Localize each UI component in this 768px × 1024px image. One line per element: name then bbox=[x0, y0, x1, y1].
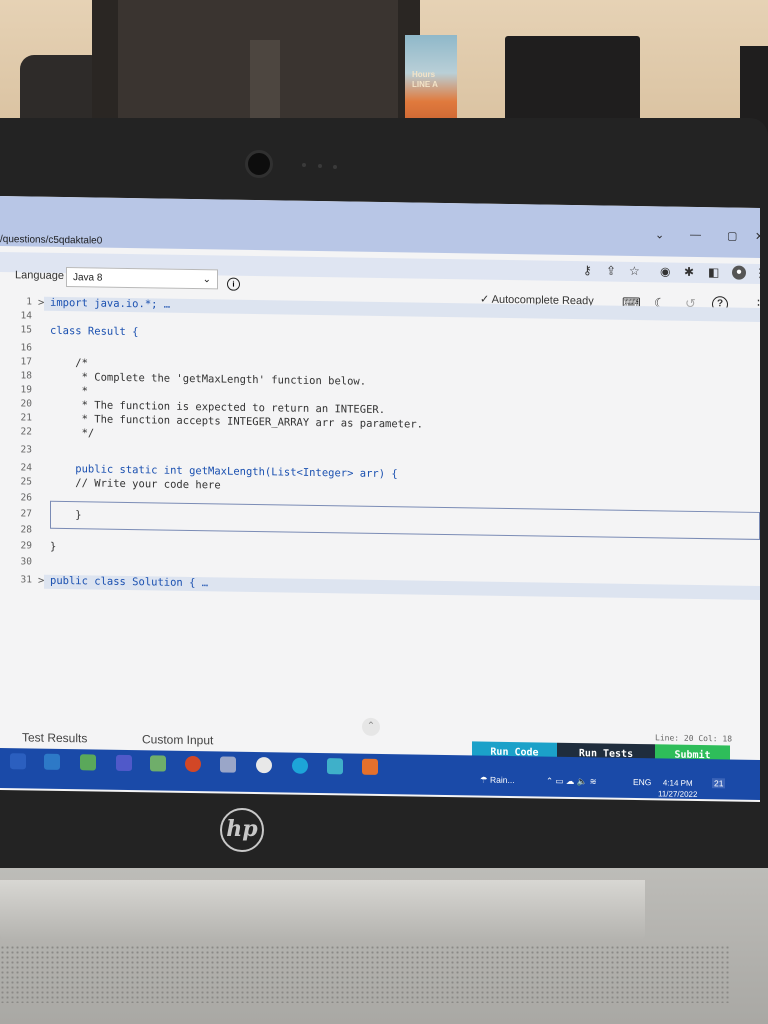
code-text: } bbox=[50, 540, 57, 553]
chevron-down-icon: ⌄ bbox=[202, 274, 211, 286]
line-number: 18 bbox=[20, 370, 32, 382]
laptop-screen: ⌄ — ▢ ✕ /questions/c5qdaktale0 ⚷ ⇪ ☆ ◉ ✱… bbox=[0, 196, 760, 802]
collapse-panel-button[interactable]: ⌃ bbox=[362, 717, 380, 736]
line-number: 22 bbox=[20, 426, 32, 438]
cursor-position: Line: 20 Col: 18 bbox=[655, 733, 733, 744]
extension-icon[interactable]: ✱ bbox=[684, 265, 694, 279]
star-icon[interactable]: ☆ bbox=[629, 264, 640, 278]
line-number: 1 bbox=[26, 296, 32, 308]
line-number: 31 bbox=[20, 574, 32, 586]
line-number: 16 bbox=[20, 342, 32, 354]
share-icon[interactable]: ⇪ bbox=[606, 264, 616, 278]
time: 4:14 PM bbox=[662, 778, 693, 788]
outlook-icon[interactable] bbox=[362, 758, 378, 775]
code-text: import java.io.*; … bbox=[50, 296, 171, 311]
tab-test-results[interactable]: Test Results bbox=[22, 730, 87, 745]
key-icon[interactable]: ⚷ bbox=[583, 263, 592, 277]
door-handle bbox=[250, 40, 280, 120]
profile-icon[interactable]: ● bbox=[732, 265, 746, 280]
app-icon[interactable] bbox=[220, 756, 236, 773]
info-icon[interactable]: i bbox=[227, 277, 240, 291]
webcam-led bbox=[333, 165, 337, 169]
maximize-icon[interactable]: ▢ bbox=[727, 229, 737, 242]
line-number: 23 bbox=[20, 444, 32, 456]
system-tray-icons[interactable]: ⌃ ▭ ☁ 🔈 ≋ bbox=[546, 776, 597, 788]
fold-chevron-icon[interactable]: > bbox=[38, 297, 44, 309]
powerpoint-icon[interactable] bbox=[185, 755, 201, 773]
teams-icon[interactable] bbox=[116, 754, 132, 772]
webcam-led bbox=[318, 164, 322, 168]
line-number: 25 bbox=[20, 476, 32, 488]
fold-chevron-icon[interactable]: > bbox=[38, 575, 44, 587]
laptop-hinge bbox=[0, 880, 645, 940]
line-number: 21 bbox=[20, 412, 32, 424]
code-text: public class Solution { … bbox=[50, 574, 209, 590]
line-number: 19 bbox=[20, 384, 32, 396]
tab-custom-input[interactable]: Custom Input bbox=[142, 732, 213, 747]
app-icon[interactable] bbox=[150, 755, 166, 772]
date: 11/27/2022 bbox=[658, 789, 698, 799]
line-number: 28 bbox=[20, 524, 32, 536]
chevron-down-icon[interactable]: ⌄ bbox=[655, 228, 664, 241]
webcam bbox=[245, 150, 273, 178]
address-bar-url[interactable]: /questions/c5qdaktale0 bbox=[0, 234, 102, 247]
weather-widget[interactable]: ☂ Rain... bbox=[480, 775, 515, 787]
edge-icon[interactable] bbox=[292, 757, 308, 774]
language-label: Language bbox=[15, 269, 64, 283]
clock[interactable]: 4:14 PM 11/27/2022 bbox=[658, 777, 697, 800]
webcam-led bbox=[302, 163, 306, 167]
code-text: class Result { bbox=[50, 324, 139, 339]
line-number: 29 bbox=[20, 540, 32, 552]
camera-icon[interactable]: ◉ bbox=[660, 264, 670, 278]
app-icon[interactable] bbox=[80, 754, 96, 771]
code-text: * bbox=[50, 384, 88, 398]
notification-badge[interactable]: 21 bbox=[712, 778, 726, 789]
umbrella-icon: ☂ bbox=[480, 774, 488, 785]
vscode-icon[interactable] bbox=[44, 753, 60, 770]
close-icon[interactable]: ✕ bbox=[755, 230, 760, 243]
line-number: 27 bbox=[20, 508, 32, 520]
line-number: 24 bbox=[20, 462, 32, 474]
minimize-icon[interactable]: — bbox=[690, 229, 701, 241]
line-number: 26 bbox=[20, 492, 32, 504]
browser-tabstrip bbox=[0, 196, 760, 258]
sidepanel-icon[interactable]: ◧ bbox=[708, 265, 719, 279]
line-number: 30 bbox=[20, 556, 32, 568]
language-value: Java 8 bbox=[73, 272, 103, 284]
speaker-grille bbox=[0, 945, 730, 1003]
menu-icon[interactable]: ⋮ bbox=[754, 266, 760, 280]
code-text: // Write your code here bbox=[50, 476, 221, 492]
code-editor[interactable]: 1 > import java.io.*; … 14 15 class Result { 1… bbox=[0, 296, 760, 728]
line-number: 15 bbox=[20, 324, 32, 336]
line-number: 14 bbox=[20, 310, 32, 322]
line-number: 17 bbox=[20, 356, 32, 368]
code-text: } bbox=[50, 508, 82, 522]
poster-text: Hours LINE A bbox=[412, 70, 438, 89]
chrome-icon[interactable] bbox=[256, 757, 272, 774]
photos-icon[interactable] bbox=[327, 758, 343, 775]
line-number: 20 bbox=[20, 398, 32, 410]
word-icon[interactable] bbox=[10, 753, 26, 770]
input-language[interactable]: ENG bbox=[633, 777, 651, 787]
hp-logo: hp bbox=[220, 808, 264, 852]
code-text: /* bbox=[50, 356, 88, 370]
weather-text: Rain... bbox=[490, 774, 515, 786]
code-text: */ bbox=[50, 426, 95, 440]
language-select[interactable]: Java 8 ⌄ bbox=[66, 267, 218, 290]
